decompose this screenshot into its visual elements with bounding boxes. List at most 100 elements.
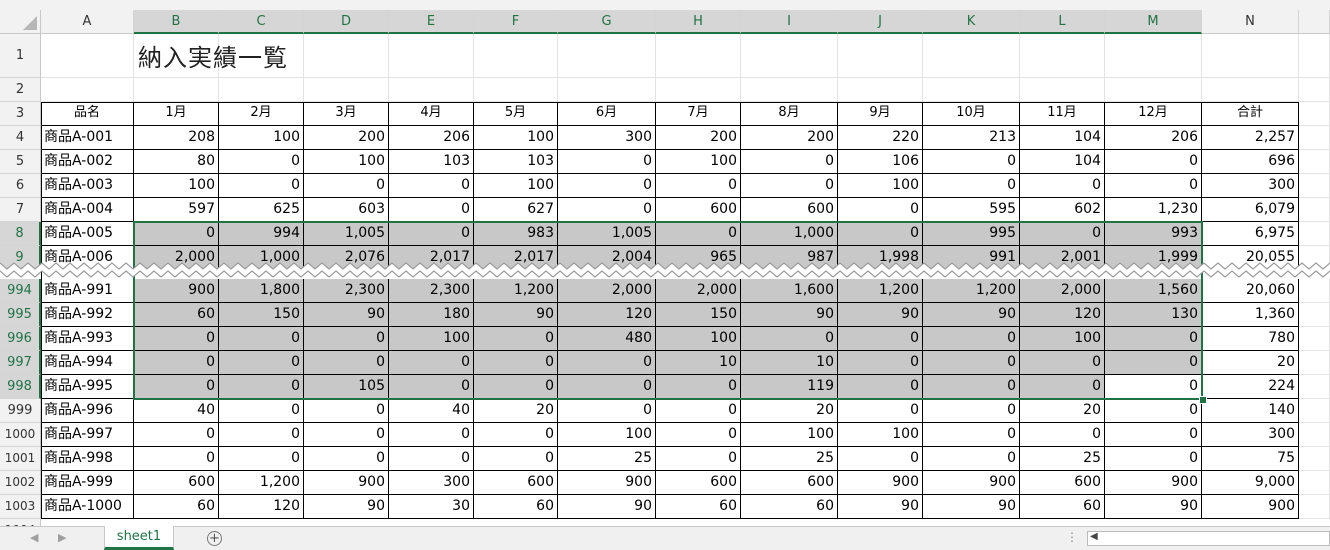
month-value-cell[interactable]: 0: [219, 375, 304, 399]
month-value-cell[interactable]: 0: [219, 423, 304, 447]
month-value-cell[interactable]: 0: [923, 174, 1020, 198]
month-value-cell[interactable]: 0: [656, 447, 741, 471]
month-value-cell[interactable]: 0: [741, 150, 838, 174]
month-value-cell[interactable]: 0: [1020, 174, 1105, 198]
row-header[interactable]: 1: [0, 34, 41, 78]
row-header[interactable]: 6: [0, 174, 41, 198]
month-value-cell[interactable]: 104: [1020, 126, 1105, 150]
month-value-cell[interactable]: 0: [304, 327, 389, 351]
month-value-cell[interactable]: 995: [923, 222, 1020, 246]
month-value-cell[interactable]: 25: [558, 447, 656, 471]
item-name-cell[interactable]: 商品A-995: [41, 375, 134, 399]
month-value-cell[interactable]: 106: [838, 150, 923, 174]
item-name-cell[interactable]: 商品A-993: [41, 327, 134, 351]
month-value-cell[interactable]: 600: [134, 471, 219, 495]
column-header-o[interactable]: [1299, 10, 1330, 34]
row-header[interactable]: 4: [0, 126, 41, 150]
empty-cell[interactable]: [134, 78, 219, 102]
month-value-cell[interactable]: 597: [134, 198, 219, 222]
month-value-cell[interactable]: 1,230: [1105, 198, 1202, 222]
month-value-cell[interactable]: 1,998: [838, 246, 923, 270]
item-name-cell[interactable]: 商品A-004: [41, 198, 134, 222]
month-value-cell[interactable]: 0: [838, 351, 923, 375]
month-value-cell[interactable]: 90: [838, 303, 923, 327]
empty-cell[interactable]: [1299, 399, 1330, 423]
month-value-cell[interactable]: 213: [923, 126, 1020, 150]
empty-cell[interactable]: [1020, 34, 1105, 78]
item-name-cell[interactable]: 商品A-994: [41, 351, 134, 375]
month-value-cell[interactable]: 2,300: [304, 279, 389, 303]
month-value-cell[interactable]: 0: [389, 351, 474, 375]
month-value-cell[interactable]: 0: [304, 351, 389, 375]
total-cell[interactable]: 780: [1202, 327, 1299, 351]
item-name-cell[interactable]: 商品A-998: [41, 447, 134, 471]
month-value-cell[interactable]: 0: [474, 375, 558, 399]
month-value-cell[interactable]: 0: [838, 399, 923, 423]
empty-cell[interactable]: [1202, 78, 1299, 102]
month-value-cell[interactable]: 30: [389, 495, 474, 519]
month-value-cell[interactable]: 0: [923, 399, 1020, 423]
row-header[interactable]: 2: [0, 78, 41, 102]
empty-cell[interactable]: [1299, 198, 1330, 222]
month-value-cell[interactable]: 0: [389, 174, 474, 198]
month-value-cell[interactable]: 0: [923, 447, 1020, 471]
total-cell[interactable]: 900: [1202, 495, 1299, 519]
item-name-cell[interactable]: 商品A-996: [41, 399, 134, 423]
month-value-cell[interactable]: 0: [219, 327, 304, 351]
month-value-cell[interactable]: 0: [656, 174, 741, 198]
header-cell[interactable]: 4月: [389, 102, 474, 126]
month-value-cell[interactable]: 2,001: [1020, 246, 1105, 270]
month-value-cell[interactable]: 60: [741, 495, 838, 519]
month-value-cell[interactable]: 0: [741, 327, 838, 351]
column-header-g[interactable]: G: [558, 10, 656, 34]
month-value-cell[interactable]: 10: [741, 351, 838, 375]
month-value-cell[interactable]: 150: [219, 303, 304, 327]
month-value-cell[interactable]: 220: [838, 126, 923, 150]
row-header[interactable]: 995: [0, 303, 41, 327]
month-value-cell[interactable]: 0: [1020, 351, 1105, 375]
month-value-cell[interactable]: 600: [741, 471, 838, 495]
column-header-h[interactable]: H: [656, 10, 741, 34]
empty-cell[interactable]: [1299, 495, 1330, 519]
month-value-cell[interactable]: 0: [656, 399, 741, 423]
month-value-cell[interactable]: 206: [1105, 126, 1202, 150]
total-cell[interactable]: 2,257: [1202, 126, 1299, 150]
empty-cell[interactable]: [1299, 150, 1330, 174]
month-value-cell[interactable]: 1,560: [1105, 279, 1202, 303]
month-value-cell[interactable]: 0: [558, 150, 656, 174]
total-cell[interactable]: 696: [1202, 150, 1299, 174]
month-value-cell[interactable]: 0: [389, 423, 474, 447]
empty-cell[interactable]: [1299, 279, 1330, 303]
month-value-cell[interactable]: 0: [389, 375, 474, 399]
month-value-cell[interactable]: 300: [389, 471, 474, 495]
month-value-cell[interactable]: 0: [304, 399, 389, 423]
month-value-cell[interactable]: 0: [558, 198, 656, 222]
month-value-cell[interactable]: 0: [558, 351, 656, 375]
month-value-cell[interactable]: 90: [1105, 495, 1202, 519]
month-value-cell[interactable]: 1,200: [219, 471, 304, 495]
spreadsheet-grid[interactable]: ABCDEFGHIJKLMN 1 2 3 品名 1月 2月 3月 4月 5月 6月 7月 8月 9月 10…: [0, 0, 1330, 526]
month-value-cell[interactable]: 200: [304, 126, 389, 150]
item-name-cell[interactable]: 商品A-005: [41, 222, 134, 246]
header-cell[interactable]: 8月: [741, 102, 838, 126]
month-value-cell[interactable]: 0: [1020, 375, 1105, 399]
row-header[interactable]: 1001: [0, 447, 41, 471]
column-header-c[interactable]: C: [219, 10, 304, 34]
empty-cell[interactable]: [1299, 102, 1330, 126]
month-value-cell[interactable]: 100: [389, 327, 474, 351]
header-cell[interactable]: 5月: [474, 102, 558, 126]
empty-cell[interactable]: [1299, 303, 1330, 327]
month-value-cell[interactable]: 603: [304, 198, 389, 222]
month-value-cell[interactable]: 1,000: [219, 246, 304, 270]
month-value-cell[interactable]: 0: [134, 351, 219, 375]
row-header[interactable]: 994: [0, 279, 41, 303]
empty-cell[interactable]: [1299, 126, 1330, 150]
month-value-cell[interactable]: 900: [838, 471, 923, 495]
month-value-cell[interactable]: 0: [219, 447, 304, 471]
empty-cell[interactable]: [389, 78, 474, 102]
empty-cell[interactable]: [656, 78, 741, 102]
row-header[interactable]: 997: [0, 351, 41, 375]
month-value-cell[interactable]: 987: [741, 246, 838, 270]
month-value-cell[interactable]: 25: [741, 447, 838, 471]
item-name-cell[interactable]: 商品A-006: [41, 246, 134, 270]
